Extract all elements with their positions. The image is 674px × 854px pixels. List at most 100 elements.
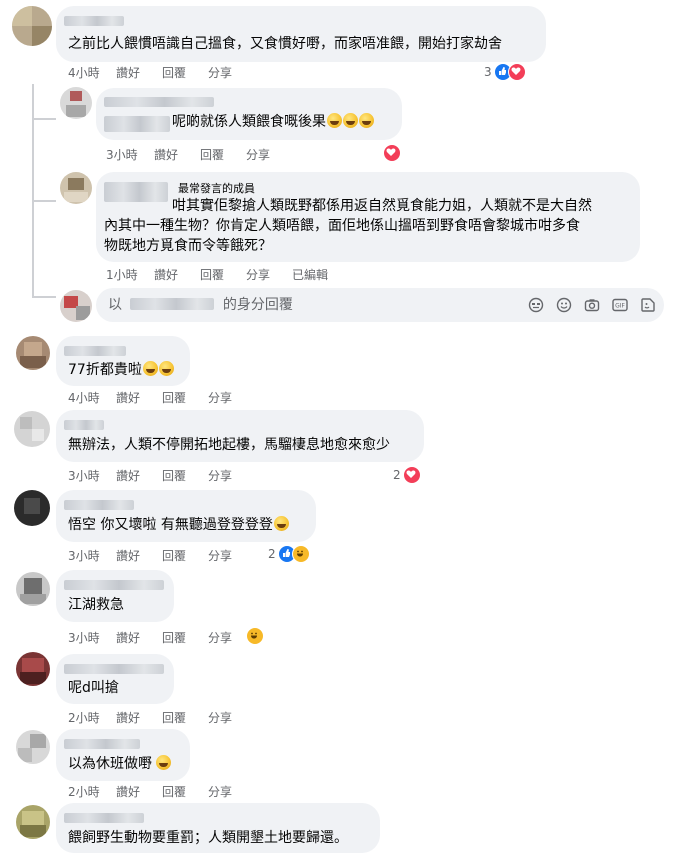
like-button[interactable]: 讚好 xyxy=(154,146,178,163)
reaction-count: 3 xyxy=(484,65,492,79)
author-name-blurred[interactable] xyxy=(64,813,144,823)
love-reaction-icon xyxy=(507,63,526,81)
comment-bubble: 77折都貴啦 xyxy=(56,336,190,386)
thread-connector xyxy=(32,118,56,120)
thread-connector xyxy=(32,296,56,298)
comment-bubble: 之前比人餵慣唔識自己搵食，又食慣好嘢，而家唔准餵，開始打家劫舍 xyxy=(56,6,546,62)
like-button[interactable]: 讚好 xyxy=(116,783,140,800)
comment-bubble: 無辦法，人類不停開拓地起樓，馬騮棲息地愈來愈少 xyxy=(56,410,424,462)
avatar[interactable] xyxy=(60,87,92,119)
comment-text: 無辦法，人類不停開拓地起樓，馬騮棲息地愈來愈少 xyxy=(68,437,390,453)
reaction-summary[interactable]: 2 xyxy=(268,545,310,563)
laugh-emoji-icon xyxy=(156,755,171,770)
author-name-blurred[interactable] xyxy=(64,420,104,430)
reply-button[interactable]: 回覆 xyxy=(200,266,224,283)
comment-text: 呢d叫搶 xyxy=(68,680,119,696)
comment-text: 呢啲就係人類餵食嘅後果 xyxy=(172,112,374,132)
comment-time[interactable]: 2小時 xyxy=(68,783,116,800)
like-button[interactable]: 讚好 xyxy=(116,547,140,564)
avatar[interactable] xyxy=(16,336,50,370)
comment-time[interactable]: 3小時 xyxy=(68,547,116,564)
love-reaction-icon xyxy=(402,466,421,484)
share-button[interactable]: 分享 xyxy=(208,709,232,726)
like-button[interactable]: 讚好 xyxy=(154,266,178,283)
author-name-blurred[interactable] xyxy=(64,16,124,26)
share-button[interactable]: 分享 xyxy=(208,467,232,484)
avatar[interactable] xyxy=(14,411,50,447)
share-button[interactable]: 分享 xyxy=(208,64,232,81)
avatar-sticker-icon[interactable] xyxy=(640,297,656,313)
comment-actions: 3小時 讚好 回覆 分享 xyxy=(68,547,254,564)
avatar[interactable] xyxy=(12,6,52,46)
reply-input[interactable]: 以 的身分回覆 GIF xyxy=(96,288,664,322)
comment-time[interactable]: 4小時 xyxy=(68,64,116,81)
like-button[interactable]: 讚好 xyxy=(116,629,140,646)
reply-placeholder: 以 的身分回覆 xyxy=(108,295,293,315)
share-button[interactable]: 分享 xyxy=(208,389,232,406)
author-name-blurred[interactable] xyxy=(64,664,164,674)
comment-actions: 3小時 讚好 回覆 分享 xyxy=(68,467,254,484)
reply-button[interactable]: 回覆 xyxy=(162,64,186,81)
sticker-icon[interactable] xyxy=(528,297,544,313)
reply-button[interactable]: 回覆 xyxy=(162,389,186,406)
grin-emoji-icon xyxy=(359,113,374,128)
comment-bubble: 江湖救急 xyxy=(56,570,174,622)
reply-button[interactable]: 回覆 xyxy=(162,467,186,484)
comment-text: 77折都貴啦 xyxy=(68,360,174,380)
reply-button[interactable]: 回覆 xyxy=(162,709,186,726)
reply-button[interactable]: 回覆 xyxy=(200,146,224,163)
avatar[interactable] xyxy=(60,172,92,204)
author-name-blurred[interactable] xyxy=(64,580,164,590)
comment-time[interactable]: 1小時 xyxy=(106,266,154,283)
reaction-summary[interactable]: 3 xyxy=(484,63,526,81)
reaction-count: 2 xyxy=(268,547,276,561)
reply-button[interactable]: 回覆 xyxy=(162,547,186,564)
comment-text: 以為休班做嘢 xyxy=(68,754,171,774)
user-avatar[interactable] xyxy=(60,290,92,322)
comment-bubble: 悟空 你又壞啦 有無聽過登登登登 xyxy=(56,490,316,542)
gif-icon[interactable]: GIF xyxy=(612,297,628,313)
edited-label[interactable]: 已編輯 xyxy=(292,266,328,283)
share-button[interactable]: 分享 xyxy=(208,783,232,800)
avatar[interactable] xyxy=(14,490,50,526)
camera-icon[interactable] xyxy=(584,297,600,313)
comment-time[interactable]: 4小時 xyxy=(68,389,116,406)
like-button[interactable]: 讚好 xyxy=(116,389,140,406)
mention-blurred[interactable] xyxy=(104,116,170,132)
reaction-summary[interactable] xyxy=(246,627,264,645)
comment-bubble: 以為休班做嘢 xyxy=(56,729,190,781)
comment-time[interactable]: 3小時 xyxy=(68,467,116,484)
comment-text-content: 77折都貴啦 xyxy=(68,362,142,378)
comment-time[interactable]: 3小時 xyxy=(68,629,116,646)
comment-time[interactable]: 3小時 xyxy=(106,146,154,163)
reaction-summary[interactable]: 2 xyxy=(393,466,421,484)
comment-time[interactable]: 2小時 xyxy=(68,709,116,726)
author-name-blurred[interactable] xyxy=(104,97,214,107)
share-button[interactable]: 分享 xyxy=(208,547,232,564)
emoji-icon[interactable] xyxy=(556,297,572,313)
like-button[interactable]: 讚好 xyxy=(116,709,140,726)
grin-emoji-icon xyxy=(327,113,342,128)
author-name-blurred[interactable] xyxy=(64,739,140,749)
author-name-blurred[interactable] xyxy=(64,500,134,510)
avatar[interactable] xyxy=(16,805,50,839)
avatar[interactable] xyxy=(16,652,50,686)
reply-button[interactable]: 回覆 xyxy=(162,783,186,800)
share-button[interactable]: 分享 xyxy=(246,146,270,163)
comment-actions: 2小時 讚好 回覆 分享 xyxy=(68,783,254,800)
haha-reaction-icon xyxy=(291,545,310,563)
comment-text-line: 物既地方覓食而令等餓死？ xyxy=(104,238,272,254)
reaction-summary[interactable] xyxy=(383,144,401,162)
like-button[interactable]: 讚好 xyxy=(116,64,140,81)
share-button[interactable]: 分享 xyxy=(246,266,270,283)
avatar[interactable] xyxy=(16,572,50,606)
reply-button[interactable]: 回覆 xyxy=(162,629,186,646)
avatar[interactable] xyxy=(16,730,50,764)
comment-text-content: 呢啲就係人類餵食嘅後果 xyxy=(172,114,326,130)
share-button[interactable]: 分享 xyxy=(208,629,232,646)
comment-text-content: 以為休班做嘢 xyxy=(68,756,152,772)
user-name-blurred xyxy=(130,298,215,310)
author-name-blurred[interactable] xyxy=(64,346,126,356)
author-name-blurred[interactable] xyxy=(104,182,168,202)
like-button[interactable]: 讚好 xyxy=(116,467,140,484)
